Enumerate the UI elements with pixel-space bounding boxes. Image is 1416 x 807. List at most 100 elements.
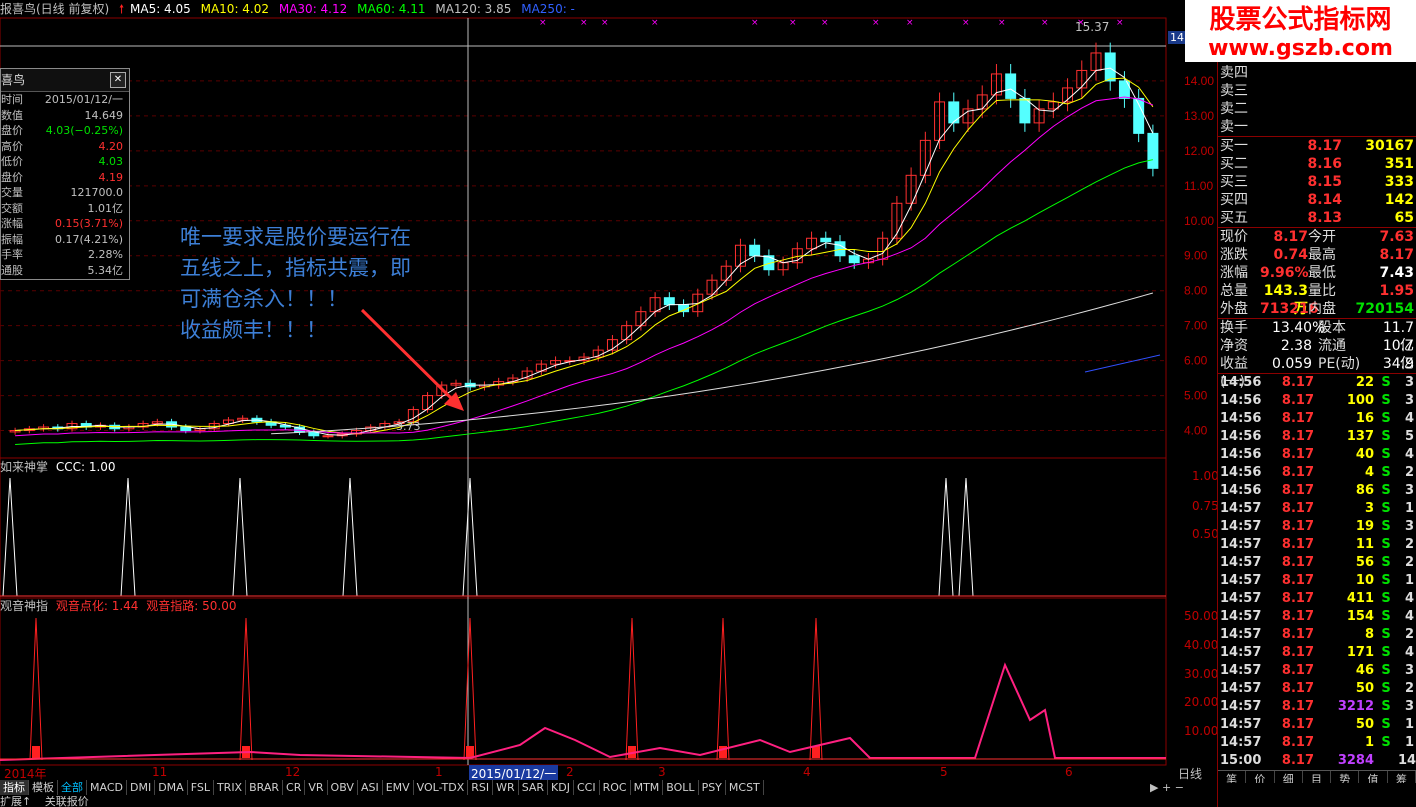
indicator-tab[interactable]: SAR	[518, 780, 549, 795]
kline-chart[interactable]: 14.0013.0012.0011.0010.009.008.007.006.0…	[0, 0, 1217, 780]
zoom-out-icon[interactable]: −	[1175, 781, 1184, 794]
sell-order-row: 卖一	[1218, 118, 1416, 136]
indicator-tab[interactable]: FSL	[187, 780, 214, 795]
tick-side: S	[1381, 627, 1391, 642]
indicator-tab[interactable]: OBV	[327, 780, 358, 795]
candle-body	[322, 435, 334, 438]
indicator-tab[interactable]: RSI	[468, 780, 494, 795]
info-label: 低价	[1, 155, 23, 168]
ma60-label: MA60: 4.11	[357, 2, 426, 16]
indicator-tab[interactable]: VR	[305, 780, 328, 795]
tick-volume: 22	[1355, 375, 1374, 390]
panel-tab[interactable]: 目	[1303, 771, 1332, 783]
tick-count: 2	[1404, 627, 1414, 642]
data-info-window[interactable]: 喜鸟 ✕ 时间 2015/01/12/一 数值 14.649 盘价 4.03(−0.25%…	[0, 68, 130, 280]
candle-body	[848, 255, 860, 264]
indicator-tab[interactable]: DMI	[126, 780, 156, 795]
bottom-links: 扩展↑ 关联报价	[0, 796, 89, 807]
info-window-header[interactable]: 喜鸟 ✕	[1, 69, 129, 92]
info-value: 5.34亿	[87, 263, 124, 277]
tick-count: 1	[1404, 735, 1414, 750]
high-price-label: 15.37	[1075, 20, 1110, 34]
indicator-tab[interactable]: PSY	[698, 780, 726, 795]
panel-tab[interactable]: 细	[1275, 771, 1303, 783]
info-value: 4.03(−0.25%)	[45, 124, 123, 137]
tick-row: 14:57 8.17 19 S 3	[1218, 518, 1416, 536]
ind2-axis-label: 40.00	[1184, 638, 1217, 652]
indicator1-border	[0, 457, 1167, 599]
ccc-spike	[342, 477, 358, 597]
time-label: 1	[435, 765, 443, 779]
tick-time: 14:56	[1220, 375, 1262, 390]
buy-volume: 333	[1384, 174, 1414, 190]
sell-order-row: 卖二	[1218, 100, 1416, 118]
buy-order-row: 买二 8.16 351	[1218, 155, 1416, 173]
close-icon[interactable]: ✕	[110, 72, 126, 88]
indicator-tabs: 指标 模板 全部 MACD DMI DMA FSL TRIX BRAR CR VR OBV ASI EMV…	[0, 780, 764, 795]
tick-count: 3	[1404, 375, 1414, 390]
tick-volume: 3	[1364, 501, 1374, 516]
tick-price: 8.17	[1281, 753, 1314, 768]
related-quote-link[interactable]: 关联报价	[45, 796, 89, 807]
buy-label: 买三	[1220, 174, 1248, 190]
quote-row: 涨跌 0.74 最高 8.17	[1218, 246, 1416, 264]
tick-count: 1	[1404, 573, 1414, 588]
indicator-tab[interactable]: BRAR	[246, 780, 284, 795]
indicator-tab[interactable]: EMV	[382, 780, 414, 795]
ind1-axis-label: 1.00	[1192, 469, 1217, 483]
panel-tab[interactable]: 值	[1359, 771, 1388, 783]
quote-label: 涨跌	[1220, 247, 1248, 263]
panel-tab[interactable]: 价	[1246, 771, 1275, 783]
quote-value: 720154	[1355, 301, 1414, 317]
indicator-tab[interactable]: ASI	[357, 780, 383, 795]
info-label: 涨幅	[1, 217, 23, 230]
ccc-spike	[120, 477, 136, 597]
indicator2-name: 观音神指	[0, 599, 49, 613]
info-row: 通股 5.34亿	[1, 263, 129, 279]
tick-price: 8.17	[1281, 663, 1314, 678]
indicator-tab[interactable]: WR	[493, 780, 519, 795]
indicator-tab[interactable]: CR	[283, 780, 306, 795]
time-label: 2	[566, 765, 574, 779]
main-chart-area[interactable]: 14.00 13.00 12.00 11.00 10.00 9.00 8.00 7.00 6.0…	[0, 0, 1217, 780]
period-label[interactable]: 日线	[1178, 765, 1202, 782]
panel-tab[interactable]: 筹	[1388, 771, 1416, 783]
ma250-line	[1084, 354, 1161, 373]
tick-row: 14:57 8.17 3212 S 3	[1218, 698, 1416, 716]
guanyin-marker	[32, 746, 40, 758]
indicator-tab[interactable]: 全部	[58, 780, 87, 795]
indicator-tab[interactable]: 指标	[0, 780, 29, 795]
indicator2-value2: 观音指路: 50.00	[146, 599, 237, 613]
scroll-right-icon[interactable]: ▶	[1150, 781, 1158, 794]
indicator-tab[interactable]: MACD	[87, 780, 127, 795]
scroll-controls[interactable]: ▶ + −	[1150, 781, 1184, 794]
indicator-tab[interactable]: DMA	[155, 780, 188, 795]
indicator-tab[interactable]: BOLL	[663, 780, 699, 795]
tick-price: 8.17	[1281, 627, 1314, 642]
tick-count: 2	[1404, 681, 1414, 696]
tick-side: S	[1381, 681, 1391, 696]
expand-link[interactable]: 扩展↑	[0, 796, 31, 807]
tick-count: 3	[1404, 699, 1414, 714]
buy-volume: 142	[1384, 192, 1414, 208]
indicator-tab[interactable]: VOL-TDX	[413, 780, 469, 795]
indicator-tab[interactable]: KDJ	[548, 780, 574, 795]
indicator-tab[interactable]: CCI	[573, 780, 600, 795]
zoom-in-icon[interactable]: +	[1162, 781, 1171, 794]
tick-side: S	[1381, 519, 1391, 534]
indicator-tab[interactable]: ROC	[599, 780, 631, 795]
indicator-tab[interactable]: MCST	[725, 780, 764, 795]
buy-price: 8.14	[1307, 192, 1342, 208]
indicator-tab[interactable]: 模板	[29, 780, 58, 795]
panel-tab[interactable]: 势	[1331, 771, 1360, 783]
quote-label: 量比	[1308, 283, 1336, 299]
buy-volume: 65	[1394, 210, 1414, 226]
info-value: 4.03	[98, 155, 124, 168]
quote-label: 最高	[1308, 247, 1336, 263]
indicator-tab[interactable]: TRIX	[213, 780, 247, 795]
panel-tab[interactable]: 笔	[1218, 771, 1247, 783]
time-label: 3	[658, 765, 666, 779]
indicator-tab[interactable]: MTM	[630, 780, 664, 795]
buy-label: 买四	[1220, 192, 1248, 208]
price-axis-label: 10.00	[1184, 214, 1214, 228]
